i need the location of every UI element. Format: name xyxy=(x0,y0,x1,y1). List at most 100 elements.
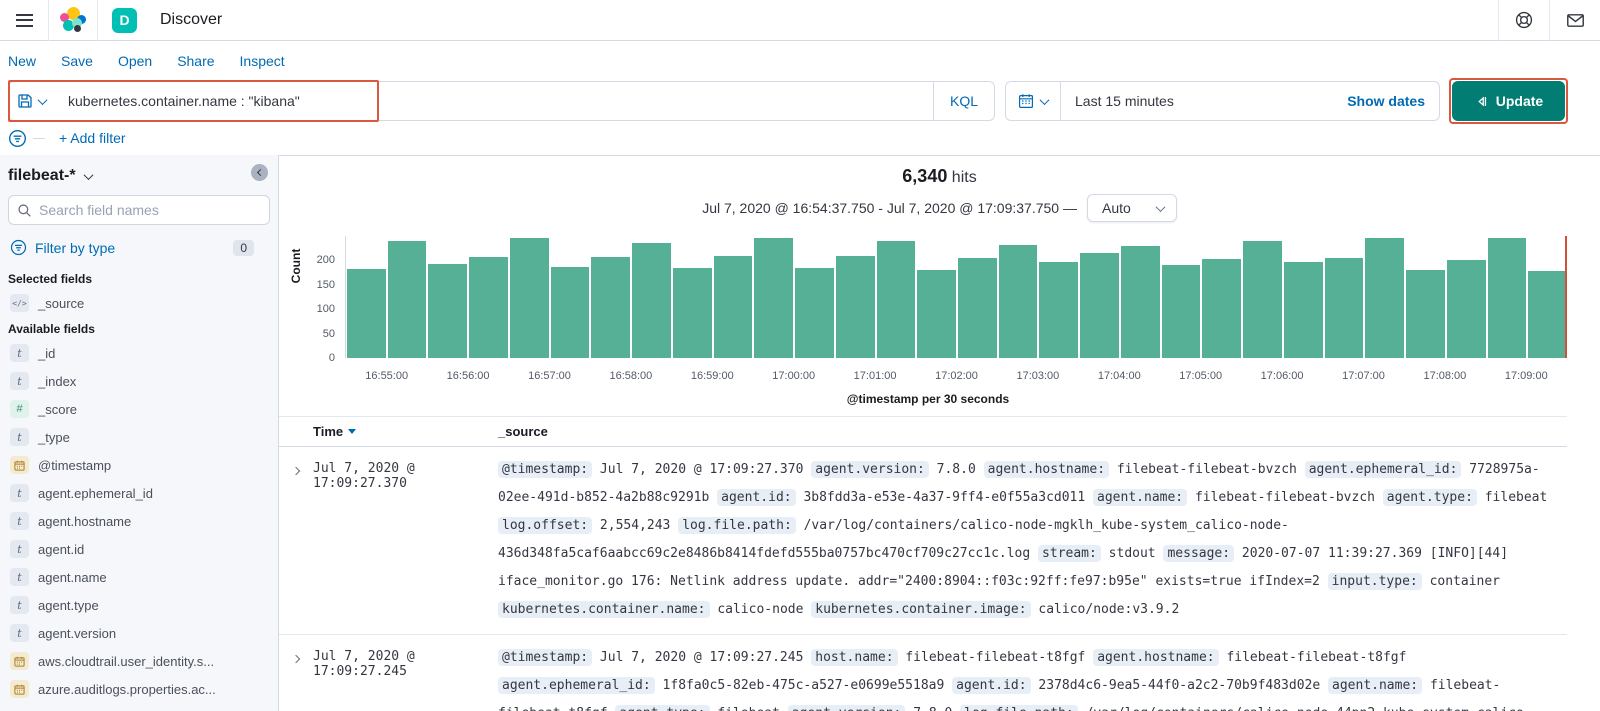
field-type-string-icon: t xyxy=(10,568,29,586)
available-fields-list: t _id t _index # _score t _type @timestamp t agent… xyxy=(8,344,270,698)
menu-item-share[interactable]: Share xyxy=(177,53,214,69)
field-item[interactable]: t agent.version xyxy=(10,624,270,642)
elastic-logo-icon xyxy=(60,7,86,33)
histogram-bar[interactable] xyxy=(632,243,671,358)
histogram-bar[interactable] xyxy=(1324,257,1364,358)
histogram-bar[interactable] xyxy=(469,256,508,358)
filter-by-type-label: Filter by type xyxy=(35,239,116,256)
date-quick-select-button[interactable] xyxy=(1006,82,1061,120)
field-type-string-icon: t xyxy=(10,624,29,642)
histogram-bar[interactable] xyxy=(1161,265,1201,358)
menu-item-new[interactable]: New xyxy=(8,53,36,69)
update-button[interactable]: Update xyxy=(1449,78,1568,124)
expand-row-button[interactable] xyxy=(289,644,303,671)
field-item[interactable]: t agent.id xyxy=(10,540,270,558)
histogram-bar[interactable] xyxy=(1202,259,1242,358)
histogram-bar[interactable] xyxy=(1039,262,1079,358)
expand-row-button[interactable] xyxy=(289,456,303,483)
histogram-bar[interactable] xyxy=(1243,240,1282,358)
histogram-bar[interactable] xyxy=(1406,270,1445,358)
query-input[interactable]: kubernetes.container.name : "kibana" KQL xyxy=(8,80,995,122)
divider xyxy=(97,0,98,41)
field-item[interactable]: t agent.name xyxy=(10,568,270,586)
mail-icon xyxy=(1566,13,1584,27)
filter-by-type-button[interactable]: Filter by type 0 xyxy=(8,237,270,268)
time-range-label[interactable]: Last 15 minutes xyxy=(1061,93,1174,109)
field-item[interactable]: t agent.hostname xyxy=(10,512,270,530)
histogram-bar[interactable] xyxy=(917,270,957,358)
help-button[interactable] xyxy=(1499,0,1549,41)
field-value: calico-node xyxy=(717,602,804,617)
histogram-bar[interactable] xyxy=(1283,261,1323,358)
field-search-input[interactable] xyxy=(8,195,270,225)
histogram-bar[interactable] xyxy=(754,238,794,358)
field-name: _index xyxy=(38,373,77,389)
discover-content: filebeat-* Filter by type 0 Selected fie… xyxy=(0,155,1600,711)
field-key-badge: agent.version: xyxy=(811,461,929,478)
histogram-bar[interactable] xyxy=(550,266,590,358)
histogram-bar[interactable] xyxy=(387,240,427,358)
saved-query-menu-button[interactable] xyxy=(9,93,56,109)
field-item[interactable]: azure.auditlogs.properties.ac... xyxy=(10,680,270,698)
index-pattern-select[interactable]: filebeat-* xyxy=(8,163,270,195)
x-axis-tick-label: 17:05:00 xyxy=(1179,370,1223,382)
field-key-badge: agent.id: xyxy=(952,677,1031,694)
menu-item-inspect[interactable]: Inspect xyxy=(240,53,285,69)
field-item[interactable]: t _id xyxy=(10,344,270,362)
histogram-bar[interactable] xyxy=(428,263,468,358)
field-item[interactable]: t agent.ephemeral_id xyxy=(10,484,270,502)
elastic-logo[interactable] xyxy=(49,0,97,41)
add-filter-button[interactable]: + Add filter xyxy=(59,130,126,146)
x-axis-tick-label: 17:04:00 xyxy=(1097,370,1141,382)
feedback-button[interactable] xyxy=(1550,0,1600,41)
field-item[interactable]: </> _source xyxy=(10,294,270,312)
histogram-bar[interactable] xyxy=(672,267,712,358)
doc-table-row: Jul 7, 2020 @ 17:09:27.370 @timestamp: Ju… xyxy=(279,447,1567,635)
histogram-bar[interactable] xyxy=(509,238,549,358)
histogram-bar[interactable] xyxy=(1487,238,1527,358)
divider xyxy=(33,137,45,139)
histogram-bar[interactable] xyxy=(591,256,631,358)
histogram-bar[interactable] xyxy=(998,244,1038,358)
menu-item-open[interactable]: Open xyxy=(118,53,152,69)
histogram-bar[interactable] xyxy=(1365,238,1405,358)
query-bar: kubernetes.container.name : "kibana" KQL… xyxy=(8,78,1568,124)
field-type-date-icon xyxy=(10,680,29,698)
histogram-bar[interactable] xyxy=(347,269,386,358)
field-name: agent.hostname xyxy=(38,513,132,529)
main-menu-button[interactable] xyxy=(0,0,48,41)
field-value: Jul 7, 2020 @ 17:09:27.245 xyxy=(599,650,804,665)
histogram-bar[interactable] xyxy=(1528,271,1568,358)
histogram-bars xyxy=(347,236,1568,358)
field-key-badge: host.name: xyxy=(811,649,898,666)
doc-source-cell: @timestamp: Jul 7, 2020 @ 17:09:27.370 a… xyxy=(498,456,1567,624)
field-value: stdout xyxy=(1108,546,1156,561)
field-item[interactable]: t _type xyxy=(10,428,270,446)
histogram-bar[interactable] xyxy=(713,255,753,358)
field-item[interactable]: t _index xyxy=(10,372,270,390)
field-item[interactable]: @timestamp xyxy=(10,456,270,474)
query-text[interactable]: kubernetes.container.name : "kibana" xyxy=(56,93,300,109)
histogram-bar[interactable] xyxy=(1080,253,1119,358)
histogram-bar[interactable] xyxy=(835,255,875,358)
interval-select[interactable]: Auto xyxy=(1086,194,1177,222)
histogram-bar[interactable] xyxy=(958,257,997,358)
doc-time-cell: Jul 7, 2020 @ 17:09:27.370 xyxy=(313,461,415,491)
index-pattern-name: filebeat-* xyxy=(8,167,76,184)
query-language-button[interactable]: KQL xyxy=(932,82,994,120)
collapse-sidebar-button[interactable] xyxy=(251,164,268,181)
doc-source-cell: @timestamp: Jul 7, 2020 @ 17:09:27.245 h… xyxy=(498,644,1567,711)
show-dates-button[interactable]: Show dates xyxy=(1347,93,1439,109)
histogram-bar[interactable] xyxy=(1446,260,1486,358)
field-item[interactable]: # _score xyxy=(10,400,270,418)
time-column-header[interactable]: Time xyxy=(313,424,498,439)
field-key-badge: log.file.path: xyxy=(960,705,1078,711)
doc-table-row: Jul 7, 2020 @ 17:09:27.245 @timestamp: Ju… xyxy=(279,635,1567,711)
field-item[interactable]: t agent.type xyxy=(10,596,270,614)
field-item[interactable]: aws.cloudtrail.user_identity.s... xyxy=(10,652,270,670)
histogram-bar[interactable] xyxy=(795,267,834,358)
histogram-bar[interactable] xyxy=(1120,245,1160,358)
menu-item-save[interactable]: Save xyxy=(61,53,93,69)
chevron-down-icon xyxy=(83,169,94,180)
histogram-bar[interactable] xyxy=(876,240,916,358)
